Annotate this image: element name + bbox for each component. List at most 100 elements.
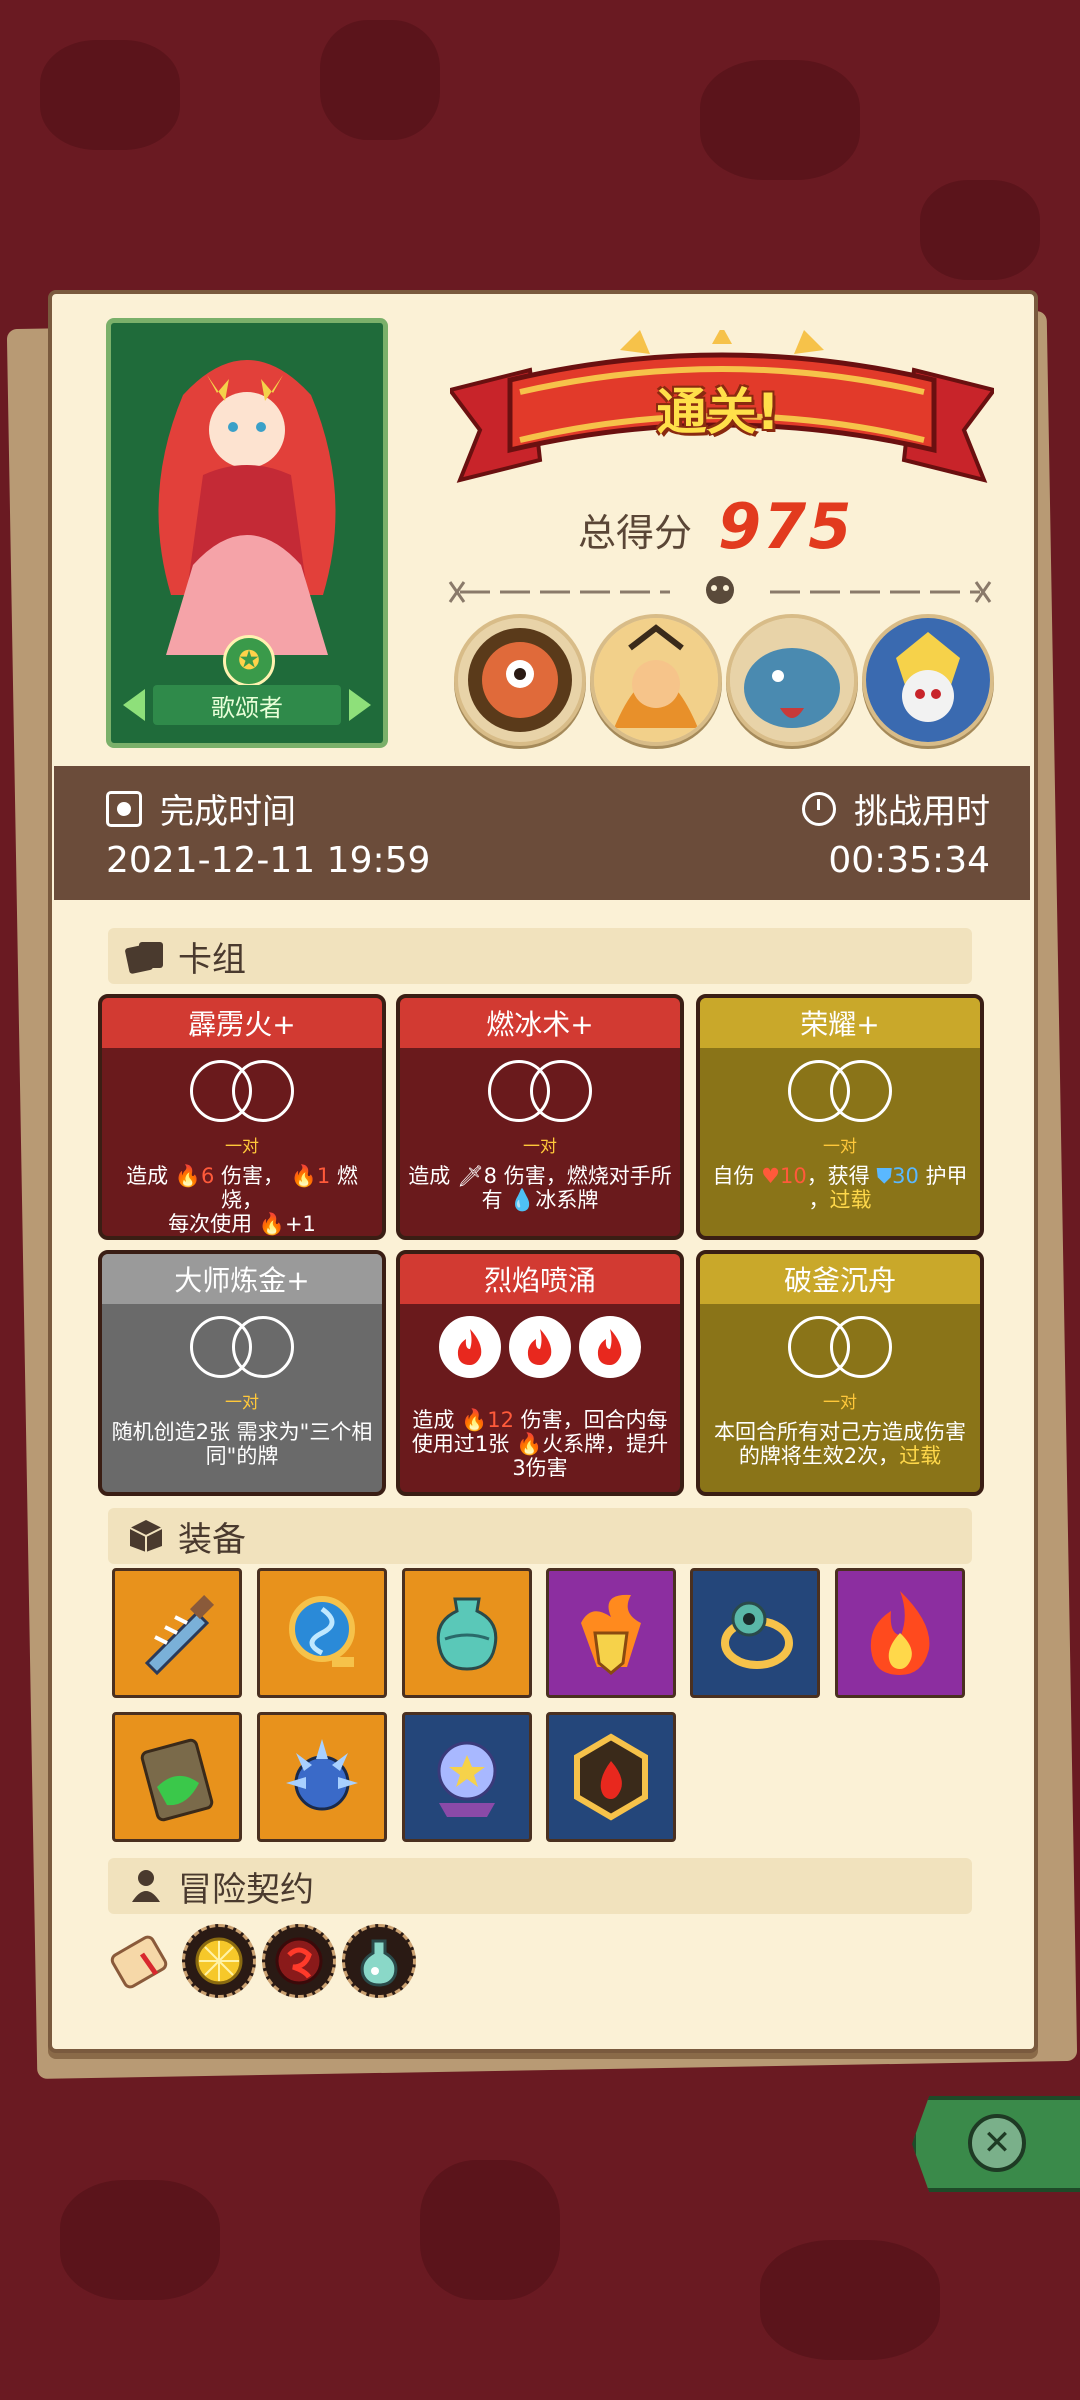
deck-card[interactable]: 大师炼金+ 一对 随机创造2张 需求为"三个相同"的牌 xyxy=(98,1250,386,1496)
card-requirement-label: 一对 xyxy=(225,1137,259,1157)
shield-icon: ⛊ xyxy=(876,1164,893,1188)
card-requirement xyxy=(400,1316,680,1382)
card-requirement xyxy=(102,1316,382,1382)
deck-section-title: 卡组 xyxy=(178,939,246,980)
victory-title: 通关! xyxy=(656,383,780,441)
water-drop-icon: 💧 xyxy=(509,1188,536,1212)
spiked-bottle-icon[interactable] xyxy=(112,1568,242,1698)
empty-slot-icon xyxy=(232,1316,294,1378)
fire-slot-icon xyxy=(579,1316,641,1378)
flaming-shield-icon[interactable] xyxy=(546,1568,676,1698)
card-name: 荣耀+ xyxy=(700,998,980,1048)
card-requirement-label: 一对 xyxy=(225,1393,259,1413)
fire-hex-amulet-icon[interactable] xyxy=(546,1712,676,1842)
boss-orc-icon xyxy=(590,614,722,746)
fire-slot-icon xyxy=(439,1316,501,1378)
card-description: 随机创造2张 需求为"三个相同"的牌 xyxy=(111,1420,373,1468)
background-shape xyxy=(760,2240,940,2360)
empty-slot-icon xyxy=(830,1060,892,1122)
card-name: 霹雳火+ xyxy=(102,998,382,1048)
fire-drop-icon: 🔥 xyxy=(290,1164,317,1188)
deck-card[interactable]: 荣耀+ 一对 自伤 ♥10，获得 ⛊30 护甲 ，过载 xyxy=(696,994,984,1240)
equipment-section-title: 装备 xyxy=(178,1519,246,1560)
hero-portrait xyxy=(123,335,371,665)
finish-time-value: 2021-12-11 19:59 xyxy=(106,840,431,881)
deck-card[interactable]: 破釜沉舟 一对 本回合所有对己方造成伤害的牌将生效2次，过载 xyxy=(696,1250,984,1496)
broken-heart-icon: ♥ xyxy=(761,1164,780,1188)
score-value: 975 xyxy=(718,490,854,563)
challenge-time-value: 00:35:34 xyxy=(828,840,990,881)
card-requirement xyxy=(102,1060,382,1126)
fire-drop-icon: 🔥 xyxy=(258,1212,285,1236)
boss-skeleton-king-icon xyxy=(862,614,994,746)
box-icon xyxy=(122,1516,170,1556)
empty-slot-icon xyxy=(232,1060,294,1122)
defeated-bosses xyxy=(454,614,994,746)
boss-cyclops-icon xyxy=(454,614,586,746)
card-requirement-label: 一对 xyxy=(823,1137,857,1157)
teal-vase-icon[interactable] xyxy=(402,1568,532,1698)
hero-name: 歌颂者 xyxy=(153,685,341,725)
card-name: 燃冰术+ xyxy=(400,998,680,1048)
hero-medal-icon: ✪ xyxy=(223,635,275,687)
spiked-blue-orb-icon[interactable] xyxy=(257,1712,387,1842)
hero-selector: 歌颂者 xyxy=(123,683,371,727)
background-shape xyxy=(60,2180,220,2300)
time-info-bar: 完成时间 挑战用时 2021-12-11 19:59 00:35:34 xyxy=(54,766,1030,900)
red-rune-icon[interactable] xyxy=(262,1924,336,1998)
equipment-section-header: 装备 xyxy=(108,1508,972,1564)
next-hero-arrow-icon[interactable] xyxy=(349,689,371,721)
green-slime-tablet-icon[interactable] xyxy=(112,1712,242,1842)
eye-ring-icon[interactable] xyxy=(690,1568,820,1698)
blue-vortex-orb-icon[interactable] xyxy=(257,1568,387,1698)
challenge-time-label: 挑战用时 xyxy=(854,792,990,832)
deck-card[interactable]: 霹雳火+ 一对 造成 🔥6 伤害， 🔥1 燃烧， 每次使用 🔥+1 xyxy=(98,994,386,1240)
deck-section-header: 卡组 xyxy=(108,928,972,984)
card-description: 造成 🔥12 伤害，回合内每使用过1张 🔥火系牌，提升3伤害 xyxy=(411,1408,669,1480)
person-icon xyxy=(122,1866,170,1906)
score-label: 总得分 xyxy=(578,511,693,555)
potion-icon[interactable] xyxy=(342,1924,416,1998)
sword-icon: 🗡 xyxy=(456,1164,484,1188)
contract-section-header: 冒险契约 xyxy=(108,1858,972,1914)
hero-card: ✪ 歌颂者 xyxy=(106,318,388,748)
card-requirement xyxy=(700,1060,980,1126)
fire-drop-icon: 🔥 xyxy=(174,1164,201,1188)
cards-icon xyxy=(122,936,170,976)
lemon-icon[interactable] xyxy=(182,1924,256,1998)
card-name: 破釜沉舟 xyxy=(700,1254,980,1304)
skull-divider xyxy=(448,576,992,604)
scroll-icon[interactable] xyxy=(102,1924,176,1998)
contract-section-title: 冒险契约 xyxy=(178,1869,314,1910)
card-requirement xyxy=(400,1060,680,1126)
finish-time-label: 完成时间 xyxy=(160,792,296,832)
empty-slot-icon xyxy=(830,1316,892,1378)
card-requirement-label: 一对 xyxy=(523,1137,557,1157)
fire-drop-icon: 🔥 xyxy=(461,1408,488,1432)
calendar-icon xyxy=(106,790,142,827)
background-shape xyxy=(920,180,1040,280)
card-description: 本回合所有对己方造成伤害的牌将生效2次，过载 xyxy=(714,1420,966,1468)
fire-slot-icon xyxy=(509,1316,571,1378)
empty-slot-icon xyxy=(530,1060,592,1122)
card-name: 烈焰喷涌 xyxy=(400,1254,680,1304)
card-requirement-label: 一对 xyxy=(823,1393,857,1413)
background-shape xyxy=(700,60,860,180)
close-icon[interactable]: ✕ xyxy=(968,2114,1026,2172)
prev-hero-arrow-icon[interactable] xyxy=(123,689,145,721)
card-description: 造成 🗡8 伤害，燃烧对手所有 💧冰系牌 xyxy=(408,1164,672,1212)
fire-drop-icon: 🔥 xyxy=(515,1432,543,1456)
deck-card[interactable]: 燃冰术+ 一对 造成 🗡8 伤害，燃烧对手所有 💧冰系牌 xyxy=(396,994,684,1240)
background-shape xyxy=(320,20,440,140)
card-name: 大师炼金+ xyxy=(102,1254,382,1304)
star-crystal-ball-icon[interactable] xyxy=(402,1712,532,1842)
card-description: 自伤 ♥10，获得 ⛊30 护甲 ，过载 xyxy=(712,1164,968,1212)
boss-rhino-icon xyxy=(726,614,858,746)
background-shape xyxy=(420,2160,560,2300)
card-description: 造成 🔥6 伤害， 🔥1 燃烧， 每次使用 🔥+1 xyxy=(126,1164,358,1236)
card-requirement xyxy=(700,1316,980,1382)
deck-card[interactable]: 烈焰喷涌 造成 🔥12 伤害，回合内每使用过1张 🔥火系牌，提升3伤害 xyxy=(396,1250,684,1496)
background-shape xyxy=(40,40,180,150)
stopwatch-icon xyxy=(802,791,836,826)
fire-icon[interactable] xyxy=(835,1568,965,1698)
